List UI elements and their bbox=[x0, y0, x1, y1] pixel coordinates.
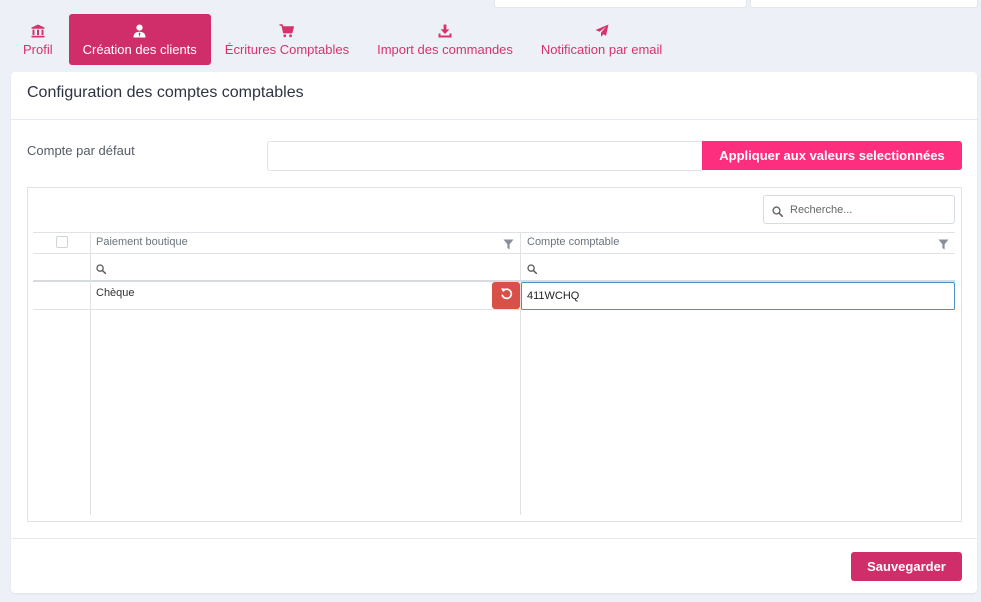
grid-table: Paiement boutique Compte comptable Chèqu… bbox=[33, 232, 955, 515]
cart-icon bbox=[279, 23, 295, 39]
tab-label: Profil bbox=[23, 41, 53, 57]
settings-tabs: Profil Création des clients Écritures Co… bbox=[10, 14, 676, 65]
column-divider bbox=[90, 232, 91, 515]
filter-search-icon[interactable] bbox=[527, 261, 538, 279]
save-button[interactable]: Sauvegarder bbox=[851, 552, 962, 581]
bank-icon bbox=[31, 23, 45, 39]
mapping-grid: Paiement boutique Compte comptable Chèqu… bbox=[27, 187, 962, 522]
grid-search bbox=[763, 195, 955, 224]
default-account-input[interactable] bbox=[267, 141, 703, 171]
tab-profil[interactable]: Profil bbox=[10, 14, 68, 65]
tab-label: Création des clients bbox=[82, 41, 197, 57]
top-panel-stub-left bbox=[494, 0, 747, 8]
tab-ecritures-comptables[interactable]: Écritures Comptables bbox=[211, 14, 363, 65]
default-account-row: Compte par défaut Appliquer aux valeurs … bbox=[27, 141, 963, 171]
tab-import-commandes[interactable]: Import des commandes bbox=[363, 14, 527, 65]
account-cell-input[interactable] bbox=[521, 282, 955, 310]
header-top-border bbox=[33, 232, 955, 233]
tab-label: Notification par email bbox=[540, 41, 663, 57]
column-header-paiement[interactable]: Paiement boutique bbox=[96, 236, 188, 248]
search-icon bbox=[772, 204, 784, 222]
card-header: Configuration des comptes comptables bbox=[11, 72, 977, 120]
column-header-compte[interactable]: Compte comptable bbox=[527, 236, 619, 248]
accounts-config-card: Configuration des comptes comptables Com… bbox=[11, 72, 977, 593]
select-all-checkbox[interactable] bbox=[56, 236, 68, 248]
tab-creation-clients[interactable]: Création des clients bbox=[68, 14, 211, 65]
tab-label: Écritures Comptables bbox=[224, 41, 350, 57]
grid-search-input[interactable] bbox=[790, 196, 950, 223]
download-icon bbox=[438, 23, 452, 39]
filter-icon[interactable] bbox=[938, 237, 949, 255]
top-panel-stub-right bbox=[750, 0, 978, 8]
card-title: Configuration des comptes comptables bbox=[27, 84, 304, 101]
column-divider bbox=[520, 232, 521, 515]
filter-icon[interactable] bbox=[503, 237, 514, 255]
user-tie-icon bbox=[133, 23, 146, 39]
default-account-label: Compte par défaut bbox=[27, 143, 135, 158]
revert-button[interactable] bbox=[492, 282, 520, 309]
apply-selected-button[interactable]: Appliquer aux valeurs selectionnées bbox=[702, 141, 962, 170]
filter-search-icon[interactable] bbox=[96, 261, 107, 279]
payment-cell: Chèque bbox=[96, 287, 135, 299]
tab-label: Import des commandes bbox=[377, 41, 513, 57]
footer-divider bbox=[11, 538, 977, 539]
send-icon bbox=[595, 23, 609, 39]
undo-icon bbox=[500, 287, 513, 305]
tab-notification-email[interactable]: Notification par email bbox=[527, 14, 676, 65]
header-bottom-border bbox=[33, 253, 955, 254]
